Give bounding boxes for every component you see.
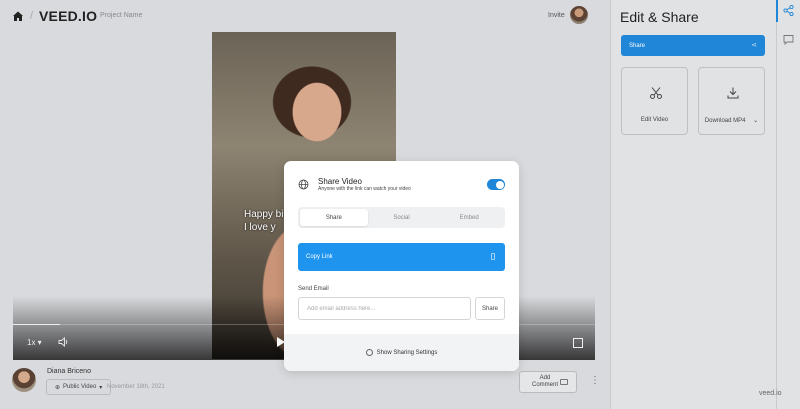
playback-speed-select[interactable]: 1x ▾ xyxy=(27,338,42,347)
copy-link-label: Copy Link xyxy=(306,254,333,260)
invite-button[interactable]: Invite xyxy=(548,12,565,19)
caption-line-1: Happy bi xyxy=(244,209,284,220)
more-options-icon[interactable]: ⋮ xyxy=(590,375,600,386)
public-toggle[interactable] xyxy=(487,179,505,190)
share-button[interactable]: Share ⋖ xyxy=(621,35,765,56)
veed-logo[interactable]: VEED.IO xyxy=(39,8,97,24)
email-input[interactable] xyxy=(298,297,471,320)
gear-icon xyxy=(365,349,373,356)
video-progress-fill xyxy=(13,324,60,325)
edit-video-card[interactable]: Edit Video xyxy=(621,67,688,135)
volume-icon[interactable] xyxy=(58,336,70,348)
scissors-icon xyxy=(650,87,662,99)
download-icon xyxy=(727,87,739,99)
copy-icon xyxy=(491,253,495,260)
share-button-label: Share xyxy=(629,42,646,49)
chevron-down-icon: ⌄ xyxy=(753,118,759,124)
video-caption: Happy bi I love y xyxy=(244,208,283,234)
edit-video-label: Edit Video xyxy=(640,117,669,123)
tab-share[interactable]: Share xyxy=(300,209,368,226)
visibility-value: Public Video xyxy=(63,384,97,390)
right-rail xyxy=(776,0,800,409)
download-mp4-card[interactable]: Download MP4 ⌄ xyxy=(698,67,765,135)
fullscreen-icon[interactable] xyxy=(573,338,583,348)
panel-title: Edit & Share xyxy=(620,9,699,25)
share-rail-icon[interactable] xyxy=(783,5,794,16)
breadcrumb-separator: / xyxy=(30,10,34,22)
download-mp4-text: Download MP4 xyxy=(704,118,746,124)
share-icon: ⋖ xyxy=(751,42,757,49)
comment-icon xyxy=(560,379,568,385)
author-avatar xyxy=(12,368,36,392)
comments-rail-icon[interactable] xyxy=(783,34,794,45)
chevron-down-icon: ▾ xyxy=(99,384,103,391)
watermark: veed.io xyxy=(759,390,782,397)
tab-embed[interactable]: Embed xyxy=(435,209,503,226)
show-sharing-settings-label: Show Sharing Settings xyxy=(376,349,438,356)
modal-title: Share Video xyxy=(318,177,362,186)
edit-share-panel xyxy=(610,0,776,409)
add-comment-button[interactable]: Add Comment xyxy=(519,371,577,393)
modal-subtitle: Anyone with the link can watch your vide… xyxy=(318,186,411,192)
globe-icon xyxy=(298,179,309,190)
share-tabs: Share Social Embed xyxy=(298,207,505,228)
tab-social[interactable]: Social xyxy=(368,209,436,226)
video-date: November 18th, 2021 xyxy=(107,384,165,390)
rail-active-indicator xyxy=(776,0,778,22)
show-sharing-settings-button[interactable]: Show Sharing Settings xyxy=(284,334,519,371)
copy-link-button[interactable]: Copy Link xyxy=(298,243,505,271)
email-share-button[interactable]: Share xyxy=(475,297,505,320)
project-name[interactable]: Project Name xyxy=(100,12,142,19)
share-video-modal: Share Video Anyone with the link can wat… xyxy=(284,161,519,371)
caption-line-2: I love y xyxy=(244,222,276,233)
globe-icon: ⊕ xyxy=(55,384,61,391)
download-mp4-label: Download MP4 ⌄ xyxy=(699,117,764,124)
playback-speed-value: 1x xyxy=(27,338,36,347)
send-email-label: Send Email xyxy=(298,286,329,292)
user-avatar[interactable] xyxy=(570,6,588,24)
visibility-dropdown[interactable]: ⊕ Public Video ▾ xyxy=(46,379,112,395)
add-comment-label: Add Comment xyxy=(531,375,558,388)
home-icon[interactable] xyxy=(12,10,24,22)
author-name: Diana Briceno xyxy=(47,368,91,375)
